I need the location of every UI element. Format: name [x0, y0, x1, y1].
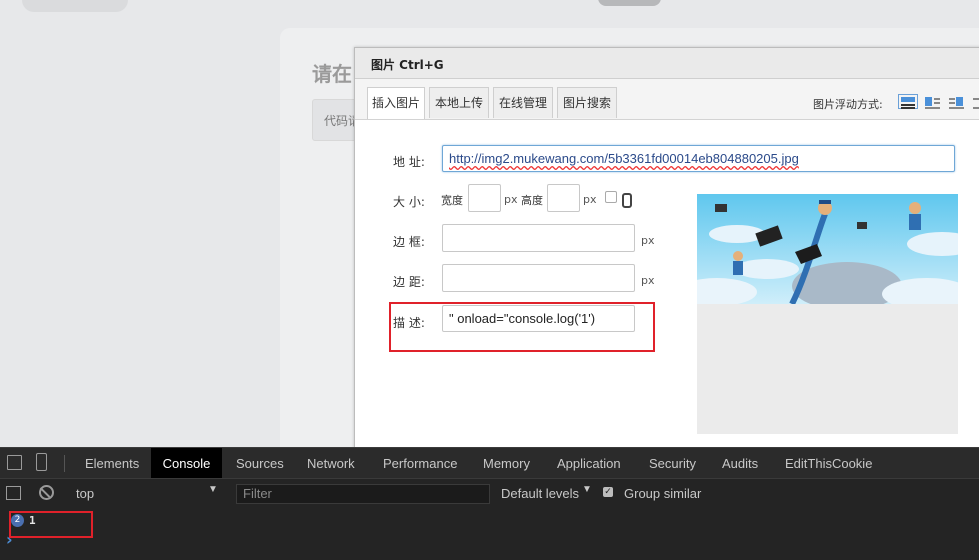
levels-dropdown-icon[interactable]: ▼	[582, 484, 592, 495]
toolbar-divider	[64, 455, 65, 472]
lock-ratio-checkbox[interactable]	[605, 191, 617, 203]
insert-image-dialog: 图片 Ctrl+G 插入图片 本地上传 在线管理 图片搜索 图片浮动方式: 地 …	[354, 47, 979, 451]
background-pill	[22, 0, 128, 12]
group-similar-checkbox[interactable]: ✓	[603, 487, 613, 497]
border-label: 边 框:	[393, 235, 425, 249]
highlight-log-box	[9, 511, 93, 538]
height-input[interactable]	[547, 184, 580, 212]
margin-label: 边 距:	[393, 275, 425, 289]
devtools-tab-security[interactable]: Security	[649, 448, 696, 479]
tab-online-manage[interactable]: 在线管理	[493, 87, 553, 118]
float-left-icon[interactable]	[922, 94, 942, 109]
description-input[interactable]: " onload="console.log('1')	[442, 305, 635, 332]
log-levels-select[interactable]: Default levels	[501, 486, 579, 501]
image-preview	[697, 194, 958, 304]
devtools-tab-network[interactable]: Network	[307, 448, 355, 479]
devtools-tab-memory[interactable]: Memory	[483, 448, 530, 479]
margin-input[interactable]	[442, 264, 635, 292]
context-select[interactable]: top	[76, 486, 94, 501]
devtools-tab-sources[interactable]: Sources	[236, 448, 284, 479]
background-pill-dark	[598, 0, 661, 6]
devtools-tab-bar: Elements Console Sources Network Perform…	[0, 447, 979, 479]
devtools-tab-console[interactable]: Console	[151, 448, 222, 479]
device-toolbar-icon[interactable]	[36, 453, 47, 471]
inspect-element-icon[interactable]	[7, 455, 22, 470]
console-filter-input[interactable]: Filter	[236, 484, 490, 504]
height-unit: px	[583, 193, 597, 206]
console-output: 2 1 ›	[0, 508, 979, 560]
devtools-tab-editthiscookie[interactable]: EditThisCookie	[785, 448, 872, 479]
width-input[interactable]	[468, 184, 501, 212]
size-label: 大 小:	[393, 195, 425, 209]
address-label: 地 址:	[393, 155, 425, 169]
description-label: 描 述:	[393, 316, 425, 330]
devtools-tab-performance[interactable]: Performance	[383, 448, 457, 479]
margin-unit: px	[641, 274, 655, 287]
image-url-input[interactable]: http://img2.mukewang.com/5b3361fd00014eb…	[442, 145, 955, 172]
cloud-illustration-icon	[697, 194, 958, 304]
border-unit: px	[641, 234, 655, 247]
devtools-tab-audits[interactable]: Audits	[722, 448, 758, 479]
width-unit: px	[504, 193, 518, 206]
devtools-tab-elements[interactable]: Elements	[85, 448, 139, 479]
tab-insert-image[interactable]: 插入图片	[367, 87, 425, 119]
dialog-title: 图片 Ctrl+G	[371, 58, 444, 72]
sidebar-toggle-icon[interactable]	[6, 486, 21, 500]
float-right-icon[interactable]	[946, 94, 966, 109]
tab-image-search[interactable]: 图片搜索	[557, 87, 617, 118]
group-similar-label: Group similar	[624, 486, 702, 501]
height-label: 高度	[521, 194, 543, 207]
image-url-value: http://img2.mukewang.com/5b3361fd00014eb…	[449, 151, 799, 166]
lock-icon	[622, 193, 632, 208]
width-label: 宽度	[441, 194, 463, 207]
context-dropdown-icon[interactable]: ▼	[208, 484, 218, 495]
tab-local-upload[interactable]: 本地上传	[429, 87, 489, 118]
float-mode-label: 图片浮动方式:	[813, 98, 883, 111]
console-toolbar: top ▼ Filter Default levels ▼ ✓ Group si…	[0, 478, 979, 509]
float-none-icon[interactable]	[898, 94, 918, 109]
float-center-icon[interactable]	[970, 94, 979, 109]
devtools-tab-application[interactable]: Application	[557, 448, 621, 479]
dialog-titlebar[interactable]	[355, 48, 979, 79]
description-value: " onload="console.log('1')	[449, 311, 596, 326]
border-input[interactable]	[442, 224, 635, 252]
background-heading: 请在	[312, 62, 352, 86]
